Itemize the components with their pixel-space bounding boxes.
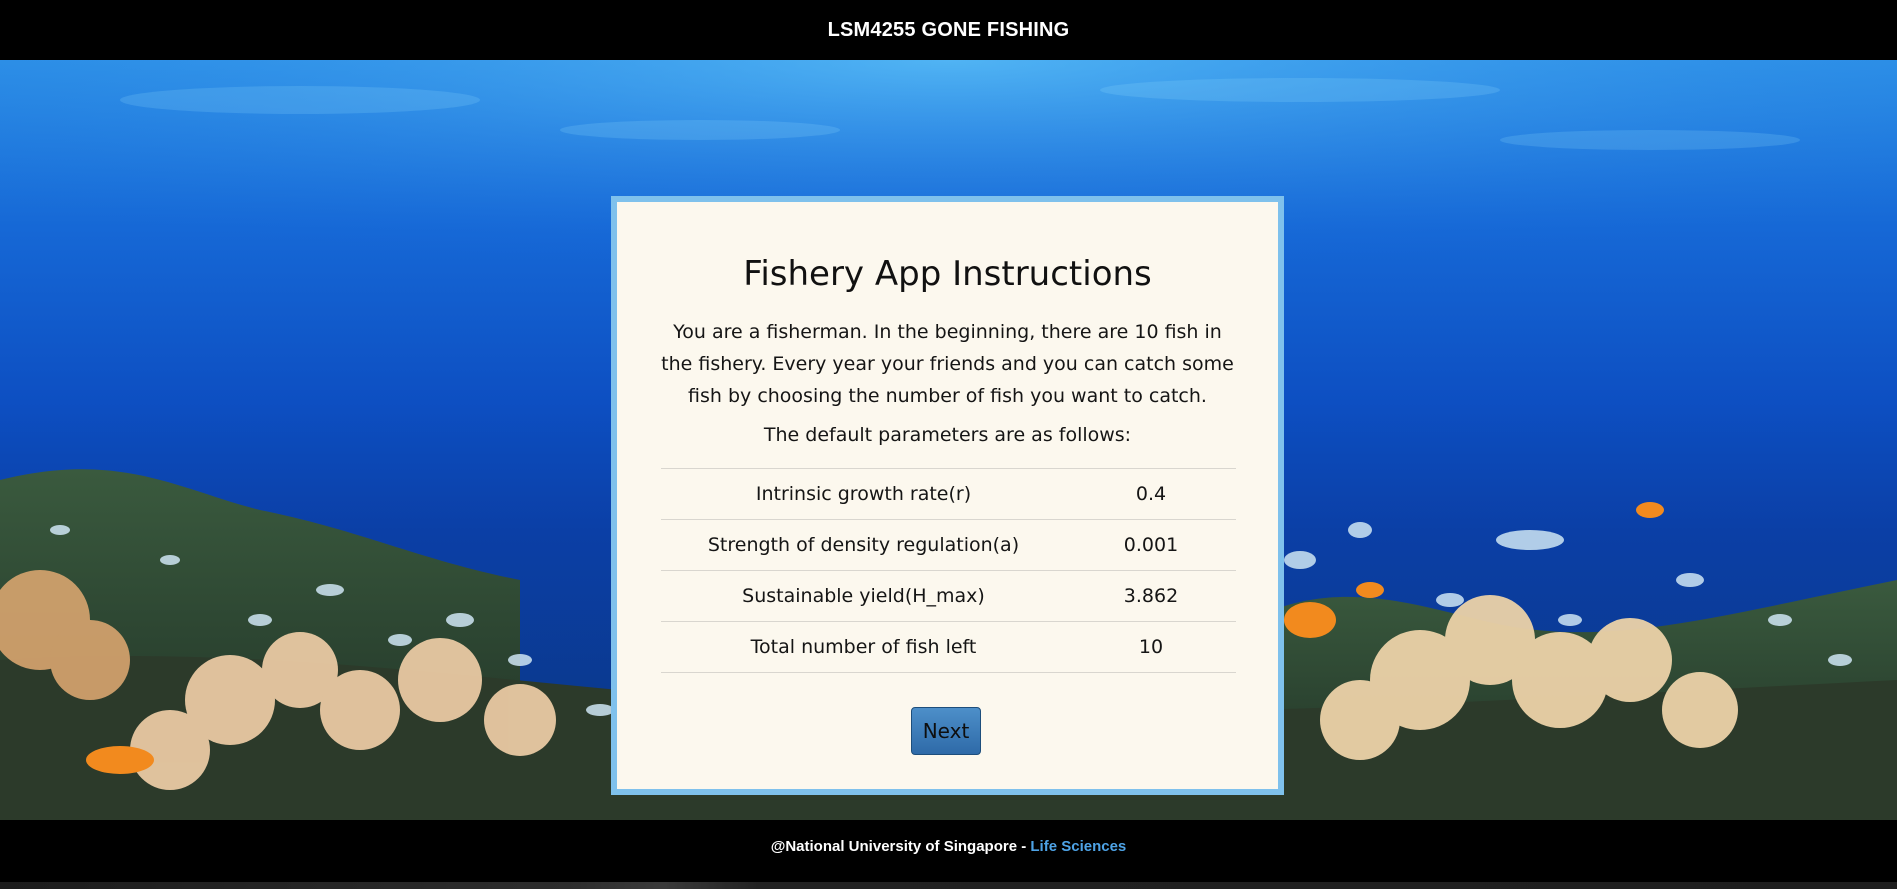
param-label: Total number of fish left xyxy=(661,621,1066,673)
parameters-table: Intrinsic growth rate(r) 0.4 Strength of… xyxy=(661,468,1236,673)
table-row: Total number of fish left 10 xyxy=(661,621,1236,673)
param-label: Intrinsic growth rate(r) xyxy=(661,468,1066,520)
param-label: Sustainable yield(H_max) xyxy=(661,570,1066,622)
param-value: 3.862 xyxy=(1066,570,1236,622)
param-label: Strength of density regulation(a) xyxy=(661,519,1066,571)
table-row: Strength of density regulation(a) 0.001 xyxy=(661,519,1236,571)
next-button[interactable]: Next xyxy=(911,707,981,755)
footer-credit: @National University of Singapore - Life… xyxy=(0,838,1897,855)
footer-text: @National University of Singapore - xyxy=(770,838,1031,855)
table-row: Intrinsic growth rate(r) 0.4 xyxy=(661,468,1236,520)
param-value: 10 xyxy=(1066,621,1236,673)
underwater-background: Fishery App Instructions You are a fishe… xyxy=(0,60,1897,820)
card-title: Fishery App Instructions xyxy=(743,254,1152,294)
next-button-label: Next xyxy=(922,719,970,743)
footer-strip xyxy=(0,882,1897,889)
param-value: 0.4 xyxy=(1066,468,1236,520)
app-title: LSM4255 GONE FISHING xyxy=(827,18,1070,41)
params-lead-text: The default parameters are as follows: xyxy=(763,424,1132,446)
page-footer: @National University of Singapore - Life… xyxy=(0,820,1897,889)
table-row: Sustainable yield(H_max) 3.862 xyxy=(661,570,1236,622)
instructions-card: Fishery App Instructions You are a fishe… xyxy=(611,196,1284,795)
param-value: 0.001 xyxy=(1066,519,1236,571)
app-header: LSM4255 GONE FISHING xyxy=(0,0,1897,60)
intro-text: You are a fisherman. In the beginning, t… xyxy=(661,321,1234,407)
life-sciences-link[interactable]: Life Sciences xyxy=(1030,838,1126,855)
